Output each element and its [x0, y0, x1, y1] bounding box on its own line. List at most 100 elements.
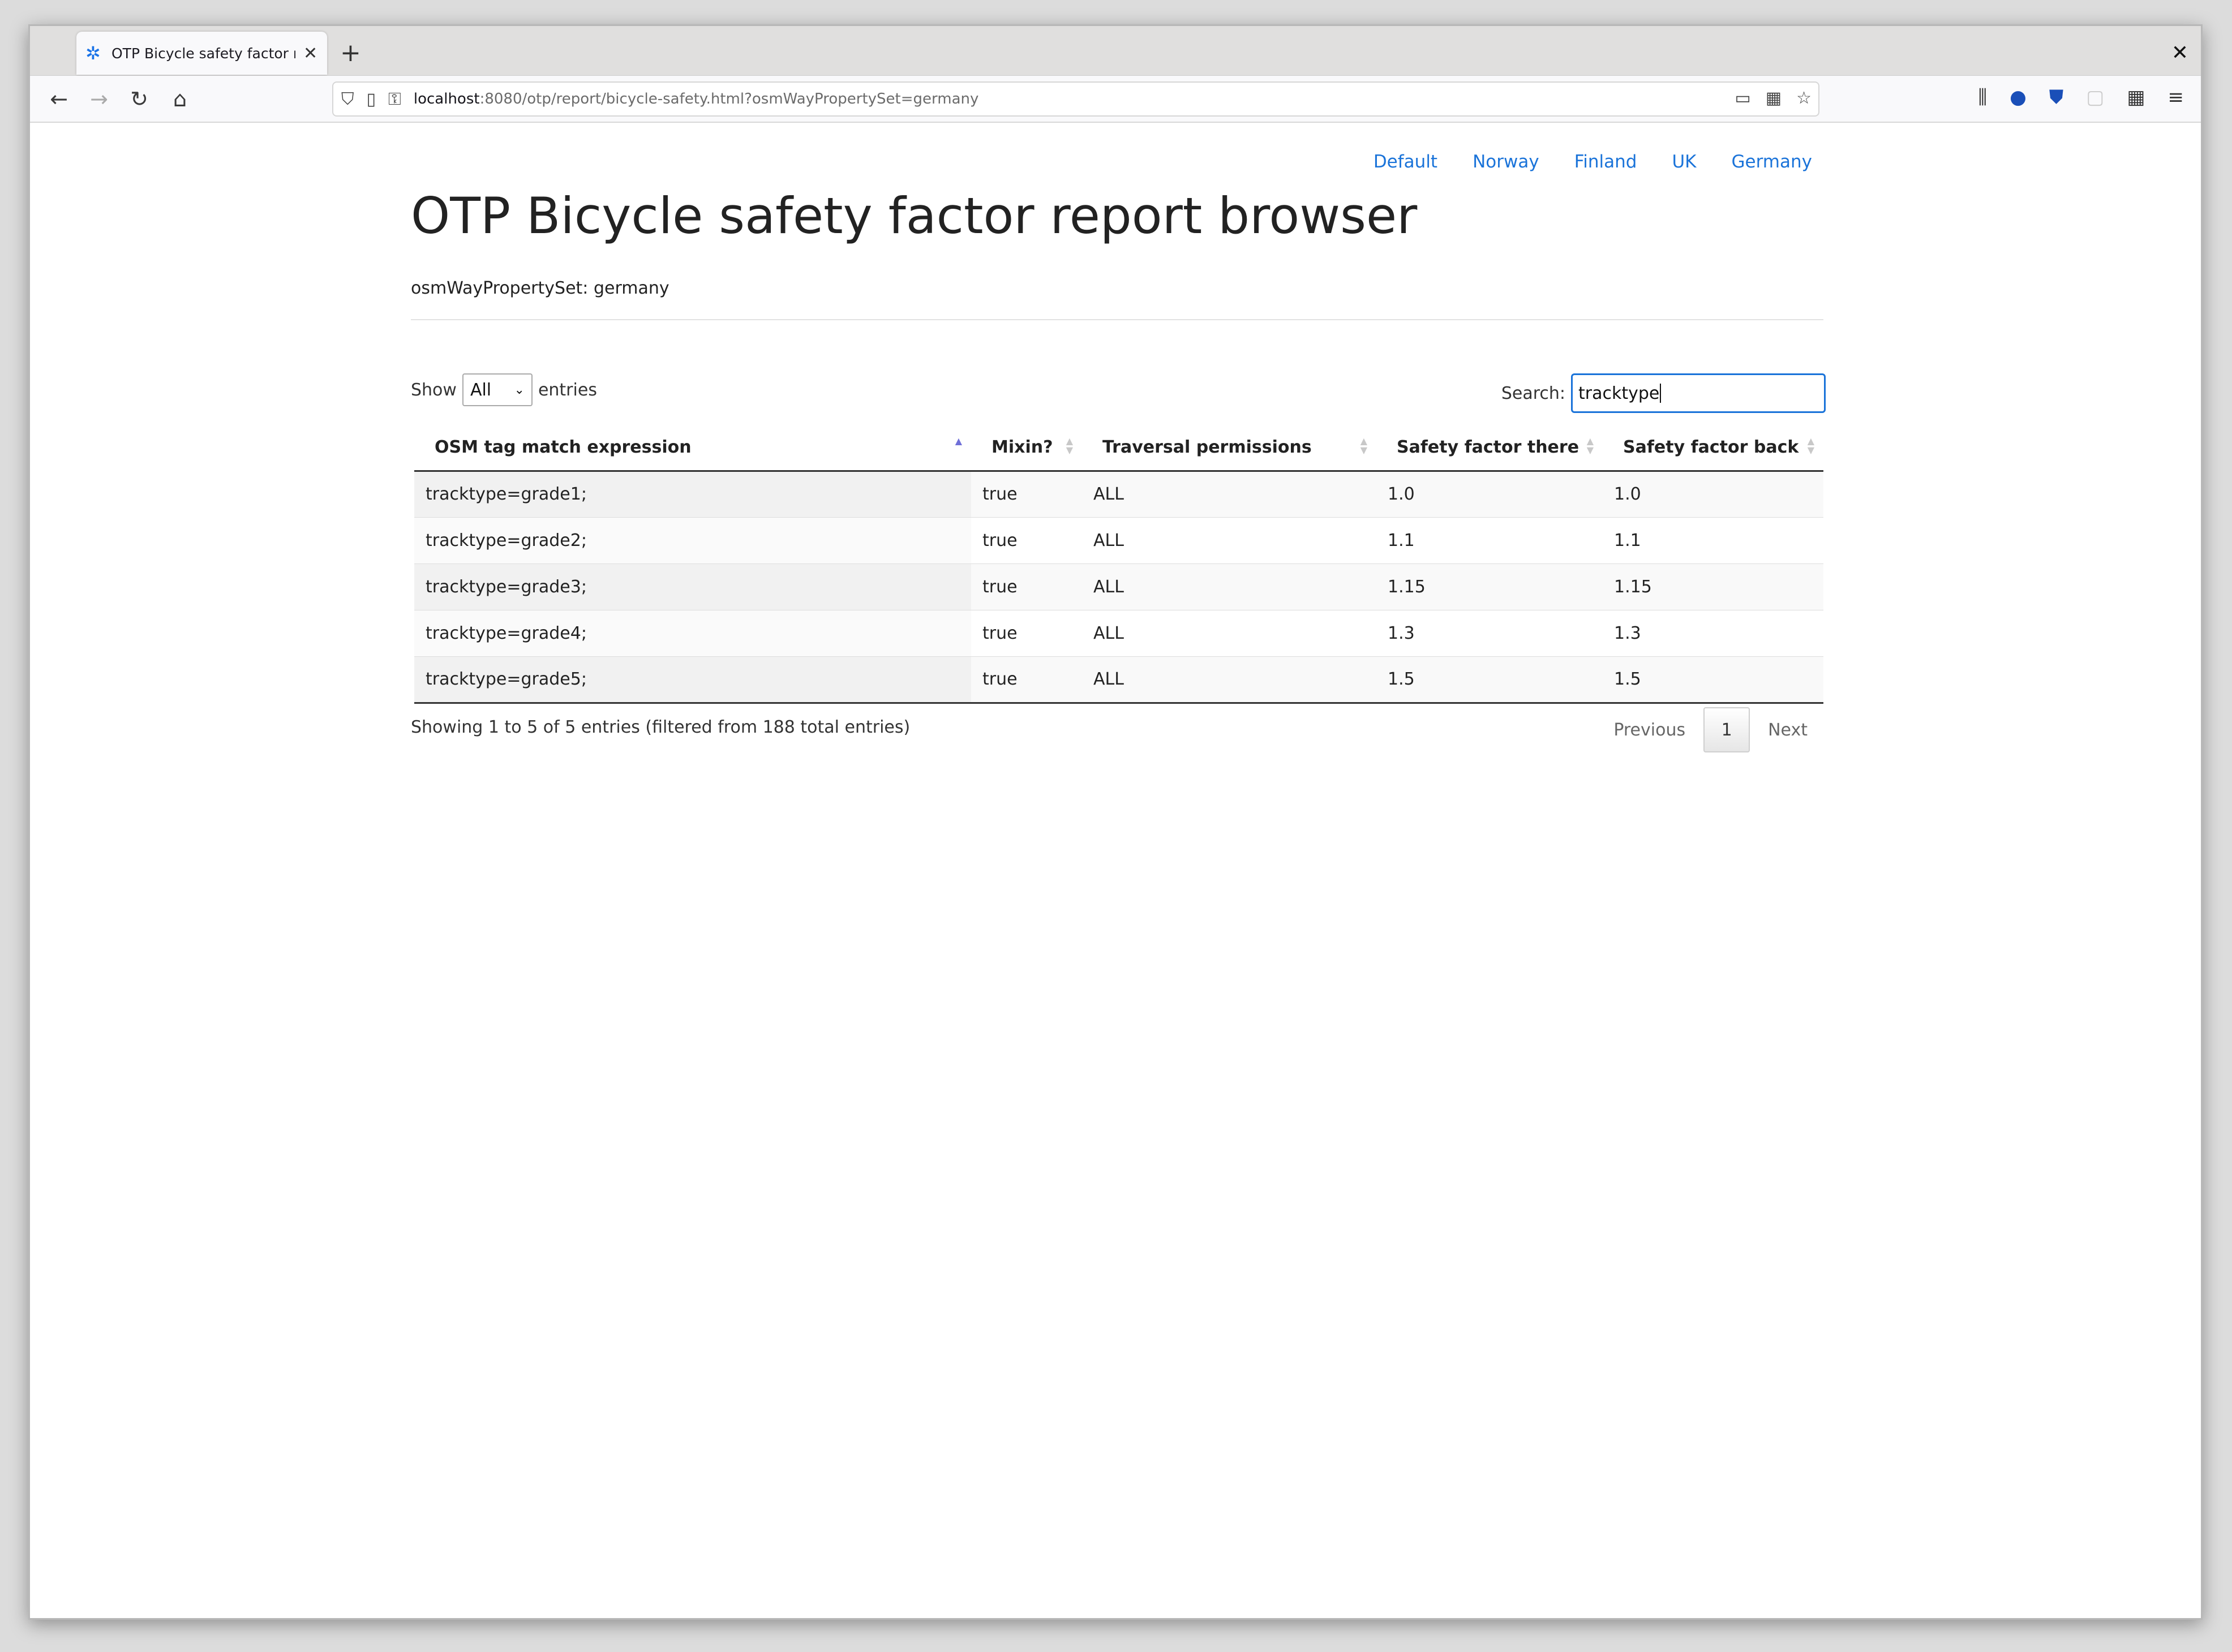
table-row: tracktype=grade4; true ALL 1.3 1.3 — [414, 609, 1823, 656]
nav-link-uk[interactable]: UK — [1672, 152, 1696, 172]
text-caret — [1660, 384, 1662, 403]
page-content: Default Norway Finland UK Germany OTP Bi… — [30, 124, 2201, 1618]
toolbar-right: ⫼ ● ⛊ ▢ ▦ ≡ — [1978, 86, 2184, 109]
sort-asc-icon: ▲ — [955, 436, 962, 446]
page-button-current[interactable]: 1 — [1703, 707, 1750, 752]
next-button[interactable]: Next — [1750, 720, 1826, 740]
reader-view-icon[interactable]: ▭ — [1735, 88, 1750, 108]
urlbar-actions: ▭ ▦ ☆ — [1735, 88, 1812, 108]
url-host: localhost — [413, 91, 480, 107]
cell-osm-tag: tracktype=grade4; — [414, 609, 971, 656]
col-header-label: OSM tag match expression — [435, 437, 692, 457]
cell-safety-back: 1.3 — [1603, 609, 1823, 656]
gear-favicon-icon: ✲ — [85, 42, 101, 64]
forward-icon[interactable]: → — [85, 85, 113, 113]
url-path: :8080/otp/report/bicycle-safety.html?osm… — [479, 91, 979, 107]
entries-label: entries — [538, 380, 597, 400]
table-header-row: OSM tag match expression ▲ Mixin? ▲ ▼ Trave… — [414, 424, 1823, 472]
close-window-icon[interactable]: ✕ — [2171, 36, 2188, 70]
page-subtitle: osmWayPropertySet: germany — [411, 278, 669, 298]
table-row: tracktype=grade5; true ALL 1.5 1.5 — [414, 656, 1823, 704]
library-icon[interactable]: ⫼ — [1978, 86, 1987, 109]
cell-safety-there: 1.15 — [1376, 563, 1603, 610]
col-header-safety-there[interactable]: Safety factor there ▲ ▼ — [1376, 424, 1603, 472]
col-header-mixin[interactable]: Mixin? ▲ ▼ — [971, 424, 1082, 472]
search-label: Search: — [1501, 383, 1565, 403]
cell-safety-there: 1.5 — [1376, 656, 1603, 704]
url-bar[interactable]: ⛉ ▯ ⚿ localhost:8080/otp/report/bicycle-… — [332, 81, 1819, 117]
sort-both-icon: ▲ ▼ — [1807, 436, 1814, 455]
table-row: tracktype=grade3; true ALL 1.15 1.15 — [414, 563, 1823, 610]
close-tab-icon[interactable]: ✕ — [303, 44, 317, 63]
nav-link-finland[interactable]: Finland — [1574, 152, 1637, 172]
cell-traversal: ALL — [1082, 563, 1376, 610]
back-icon[interactable]: ← — [45, 85, 73, 113]
permissions-icon[interactable]: ⚿ — [388, 89, 401, 109]
cell-traversal: ALL — [1082, 656, 1376, 704]
cell-osm-tag: tracktype=grade3; — [414, 563, 971, 610]
cell-osm-tag: tracktype=grade1; — [414, 470, 971, 517]
entries-select[interactable]: All ⌄ — [462, 373, 533, 406]
extension-icon[interactable]: ● — [2010, 86, 2027, 109]
show-label: Show — [411, 380, 457, 400]
cell-safety-back: 1.15 — [1603, 563, 1823, 610]
new-tab-icon[interactable]: + — [340, 36, 361, 70]
qr-code-icon[interactable]: ▦ — [1766, 88, 1782, 108]
pagination: Previous 1 Next — [1595, 707, 1826, 752]
bookmark-star-icon[interactable]: ☆ — [1796, 88, 1812, 108]
sort-both-icon: ▲ ▼ — [1360, 436, 1367, 455]
table-row: tracktype=grade1; true ALL 1.0 1.0 — [414, 470, 1823, 517]
nav-link-default[interactable]: Default — [1373, 152, 1437, 172]
home-icon[interactable]: ⌂ — [166, 85, 194, 113]
cell-mixin: true — [971, 517, 1082, 563]
cell-safety-back: 1.0 — [1603, 470, 1823, 517]
cell-traversal: ALL — [1082, 609, 1376, 656]
previous-button[interactable]: Previous — [1595, 720, 1703, 740]
menu-icon[interactable]: ≡ — [2168, 86, 2184, 109]
divider — [411, 319, 1823, 320]
browser-window: ✲ OTP Bicycle safety factor re ✕ + ✕ ← →… — [28, 24, 2203, 1620]
tab-title: OTP Bicycle safety factor re — [111, 45, 295, 62]
cell-safety-there: 1.3 — [1376, 609, 1603, 656]
cell-traversal: ALL — [1082, 470, 1376, 517]
cell-mixin: true — [971, 470, 1082, 517]
page-title: OTP Bicycle safety factor report browser — [411, 187, 1418, 245]
cell-osm-tag: tracktype=grade2; — [414, 517, 971, 563]
extension-placeholder-icon[interactable]: ▢ — [2086, 86, 2104, 109]
browser-tab[interactable]: ✲ OTP Bicycle safety factor re ✕ — [76, 32, 327, 75]
shield-extension-icon[interactable]: ⛊ — [2049, 86, 2064, 109]
tab-strip: ✲ OTP Bicycle safety factor re ✕ + ✕ — [30, 26, 2201, 76]
col-header-label: Safety factor there — [1397, 437, 1579, 457]
page-info-icon[interactable]: ▯ — [367, 89, 376, 109]
table-info: Showing 1 to 5 of 5 entries (filtered fr… — [411, 717, 911, 737]
col-header-label: Mixin? — [991, 437, 1053, 457]
cell-safety-back: 1.5 — [1603, 656, 1823, 704]
cell-mixin: true — [971, 609, 1082, 656]
top-nav: Default Norway Finland UK Germany — [1373, 152, 1812, 172]
cell-traversal: ALL — [1082, 517, 1376, 563]
col-header-traversal[interactable]: Traversal permissions ▲ ▼ — [1082, 424, 1376, 472]
col-header-label: Traversal permissions — [1102, 437, 1312, 457]
search-control: Search: tracktype — [1501, 373, 1826, 413]
table-row: tracktype=grade2; true ALL 1.1 1.1 — [414, 517, 1823, 563]
col-header-label: Safety factor back — [1623, 437, 1799, 457]
extensions-icon[interactable]: ▦ — [2127, 86, 2145, 109]
col-header-osm-tag[interactable]: OSM tag match expression ▲ — [414, 424, 971, 472]
cell-osm-tag: tracktype=grade5; — [414, 656, 971, 704]
chevron-down-icon: ⌄ — [514, 382, 525, 397]
entries-select-value: All — [470, 380, 492, 400]
sort-both-icon: ▲ ▼ — [1586, 436, 1594, 455]
cell-mixin: true — [971, 656, 1082, 704]
tracking-protection-icon[interactable]: ⛉ — [341, 89, 354, 109]
nav-link-norway[interactable]: Norway — [1473, 152, 1539, 172]
cell-safety-there: 1.0 — [1376, 470, 1603, 517]
length-control: Show All ⌄ entries — [411, 373, 597, 406]
search-input[interactable]: tracktype — [1571, 373, 1826, 413]
cell-safety-there: 1.1 — [1376, 517, 1603, 563]
reload-icon[interactable]: ↻ — [125, 85, 153, 113]
nav-link-germany[interactable]: Germany — [1732, 152, 1812, 172]
search-input-value: tracktype — [1578, 383, 1660, 403]
col-header-safety-back[interactable]: Safety factor back ▲ ▼ — [1603, 424, 1823, 472]
sort-both-icon: ▲ ▼ — [1066, 436, 1073, 455]
nav-toolbar: ← → ↻ ⌂ ⛉ ▯ ⚿ localhost:8080/otp/report/… — [30, 76, 2201, 123]
